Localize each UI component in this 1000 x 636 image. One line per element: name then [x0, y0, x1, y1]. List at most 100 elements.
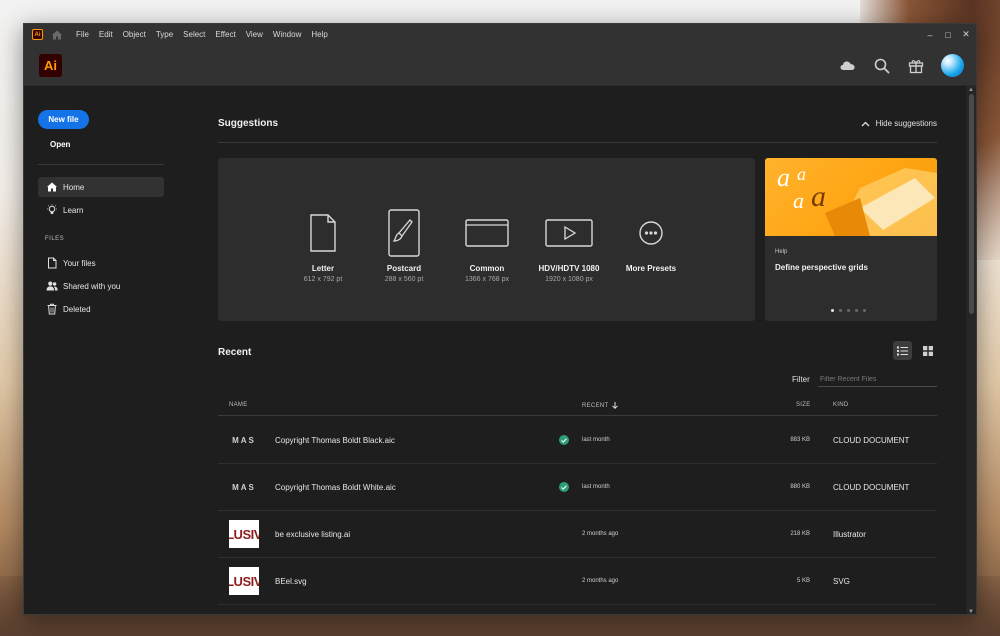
minimize-icon[interactable]: –	[922, 24, 938, 45]
app-window: Ai File Edit Object Type Select Effect V…	[23, 23, 977, 615]
svg-text:a: a	[811, 180, 826, 213]
lightbulb-icon	[47, 204, 57, 214]
hide-suggestions-button[interactable]: Hide suggestions	[861, 119, 937, 128]
help-card-image: a a a a	[765, 158, 937, 236]
preset-size: 1366 x 768 px	[465, 276, 509, 283]
sidebar-item-deleted[interactable]: Deleted	[38, 299, 164, 319]
preset-name: HDV/HDTV 1080	[538, 264, 600, 273]
file-thumbnail: MAS	[232, 482, 256, 492]
open-button[interactable]: Open	[50, 140, 70, 149]
file-name: Copyright Thomas Boldt White.aic	[275, 483, 396, 492]
app-logo[interactable]: Ai	[39, 53, 62, 77]
menu-object[interactable]: Object	[118, 30, 151, 39]
preset-hdtv-1080[interactable]: HDV/HDTV 1080 1920 x 1080 px	[531, 208, 607, 283]
list-view-icon	[897, 346, 908, 355]
file-name: be exclusive listing.ai	[275, 530, 351, 539]
table-row[interactable]: LUSIV be exclusive listing.ai 2 months a…	[218, 511, 937, 558]
file-size: 218 KB	[790, 531, 810, 537]
help-card-label: Help	[775, 249, 788, 255]
column-header-label: NAME	[229, 402, 248, 408]
file-recent: 2 months ago	[582, 531, 619, 537]
table-row[interactable]: MAS Copyright Thomas Boldt White.aic las…	[218, 464, 937, 511]
sidebar: New file Open Home Learn FILES Your file…	[24, 86, 174, 614]
file-kind: CLOUD DOCUMENT	[833, 436, 910, 445]
sidebar-item-learn[interactable]: Learn	[38, 200, 164, 220]
table-row[interactable]: MAS Copyright Thomas Boldt Black.aic las…	[218, 417, 937, 464]
preset-size: 612 x 792 pt	[303, 276, 343, 283]
preset-more[interactable]: More Presets	[618, 208, 684, 276]
filter-label: Filter	[792, 375, 810, 384]
synced-check-icon	[559, 435, 569, 445]
menu-type[interactable]: Type	[151, 30, 178, 39]
sidebar-item-label: Learn	[63, 205, 84, 215]
gift-icon[interactable]	[907, 57, 925, 75]
video-play-icon	[545, 219, 593, 247]
suggestions-divider	[218, 142, 937, 143]
list-view-button[interactable]	[893, 341, 912, 360]
home-icon[interactable]	[51, 29, 63, 41]
search-icon[interactable]	[873, 57, 891, 75]
menu-effect[interactable]: Effect	[210, 30, 240, 39]
preset-letter[interactable]: Letter 612 x 792 pt	[290, 208, 356, 283]
files-section-heading: FILES	[45, 236, 65, 242]
recent-title: Recent	[218, 347, 252, 358]
menu-select[interactable]: Select	[178, 30, 210, 39]
file-kind: SVG	[833, 577, 850, 586]
sort-down-icon	[612, 402, 619, 409]
table-row[interactable]: LUSIV BEel.svg 2 months ago 5 KB SVG	[218, 558, 937, 605]
filter-input[interactable]	[818, 372, 937, 387]
avatar[interactable]	[941, 54, 964, 77]
sidebar-item-home[interactable]: Home	[38, 177, 164, 197]
preset-name: Postcard	[386, 264, 422, 273]
synced-check-icon	[559, 482, 569, 492]
menu-window[interactable]: Window	[268, 30, 306, 39]
scroll-down-icon[interactable]: ▼	[967, 608, 975, 614]
new-file-button[interactable]: New file	[38, 110, 89, 129]
home-icon	[47, 182, 57, 192]
menu-help[interactable]: Help	[306, 30, 332, 39]
maximize-icon[interactable]: □	[940, 24, 956, 45]
sidebar-item-label: Home	[63, 182, 85, 192]
preset-name: More Presets	[625, 264, 677, 273]
file-size: 5 KB	[796, 578, 810, 584]
column-header-name[interactable]: NAME	[229, 402, 248, 408]
file-recent: 2 months ago	[582, 578, 619, 584]
grid-view-icon	[922, 345, 933, 356]
file-recent: last month	[582, 484, 610, 490]
more-icon	[639, 221, 663, 245]
scrollbar[interactable]: ▲ ▼	[966, 86, 976, 614]
close-icon[interactable]: ✕	[958, 24, 974, 45]
letter-page-icon	[310, 214, 336, 252]
help-card[interactable]: a a a a Help Define perspective grids	[765, 158, 937, 321]
sidebar-item-your-files[interactable]: Your files	[38, 253, 164, 273]
scroll-up-icon[interactable]: ▲	[967, 86, 975, 94]
column-header-recent[interactable]: RECENT	[582, 402, 619, 409]
menu-edit[interactable]: Edit	[94, 30, 118, 39]
sidebar-item-label: Shared with you	[63, 281, 121, 291]
sidebar-divider	[38, 164, 164, 165]
help-card-title: Define perspective grids	[775, 263, 868, 272]
scrollbar-thumb[interactable]	[969, 94, 974, 314]
carousel-dots	[831, 309, 866, 312]
app-logo-small: Ai	[32, 29, 43, 40]
menu-file[interactable]: File	[71, 30, 94, 39]
sidebar-item-shared[interactable]: Shared with you	[38, 276, 164, 296]
cloud-icon[interactable]	[839, 57, 857, 75]
preset-postcard[interactable]: Postcard 288 x 560 pt	[371, 208, 437, 283]
postcard-brush-icon	[388, 209, 420, 257]
column-header-size[interactable]: SIZE	[796, 402, 811, 408]
grid-view-button[interactable]	[918, 341, 937, 360]
file-recent: last month	[582, 437, 610, 443]
column-header-kind[interactable]: KIND	[833, 402, 849, 408]
carousel-dot[interactable]	[855, 309, 858, 312]
carousel-dot[interactable]	[839, 309, 842, 312]
carousel-dot[interactable]	[847, 309, 850, 312]
carousel-dot[interactable]	[831, 309, 834, 312]
carousel-dot[interactable]	[863, 309, 866, 312]
preset-size: 288 x 560 pt	[384, 276, 424, 283]
column-header-label: RECENT	[582, 402, 609, 409]
file-kind: CLOUD DOCUMENT	[833, 483, 910, 492]
preset-common[interactable]: Common 1366 x 768 px	[454, 208, 520, 283]
title-bar: Ai File Edit Object Type Select Effect V…	[24, 24, 976, 45]
menu-view[interactable]: View	[241, 30, 268, 39]
